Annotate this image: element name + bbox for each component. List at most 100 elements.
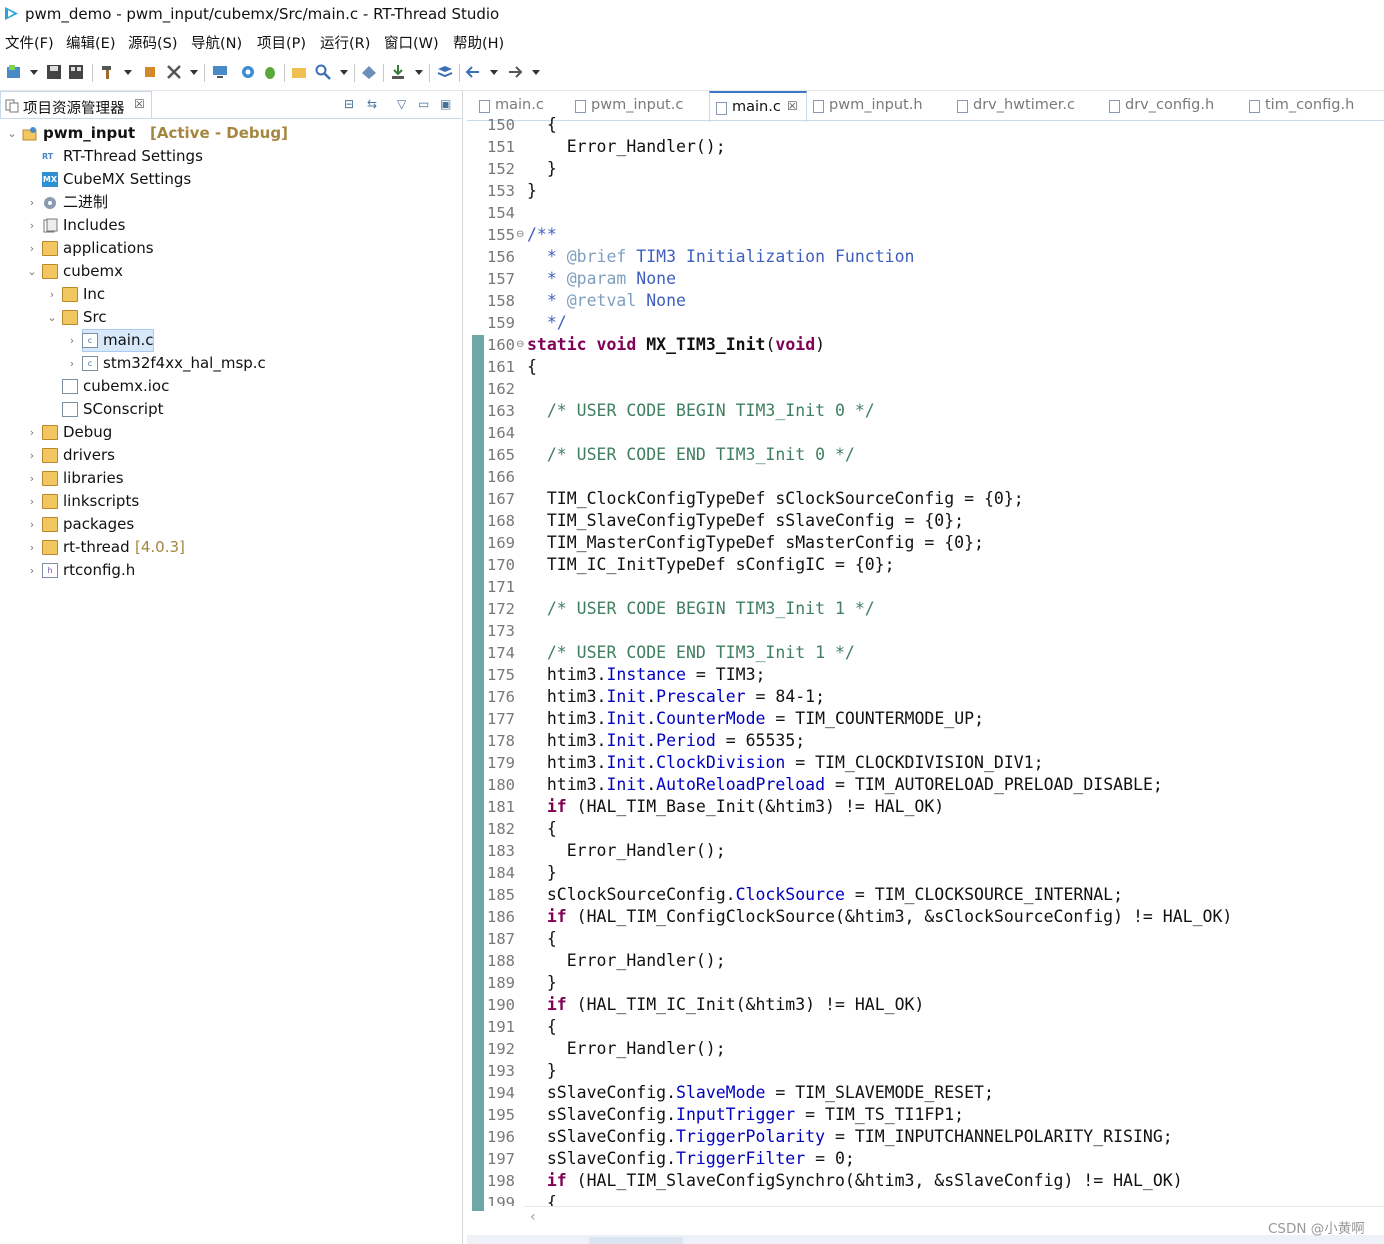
forward-dropdown-icon[interactable] xyxy=(532,70,540,75)
build-dropdown-icon[interactable] xyxy=(124,70,132,75)
chevron-right-icon[interactable]: › xyxy=(26,559,38,582)
tree-item-binaries[interactable]: › 二进制 xyxy=(26,191,226,214)
tab-tim-config-h[interactable]: tim_config.h xyxy=(1249,91,1375,120)
tab-drv-hwtimer-c[interactable]: drv_hwtimer.c xyxy=(957,91,1097,120)
tree-item-cubemx-ioc[interactable]: cubemx.ioc xyxy=(46,375,246,398)
link-with-editor-icon[interactable]: ⇆ xyxy=(367,97,377,111)
chevron-down-icon[interactable]: ⌄ xyxy=(6,122,18,145)
menu-help[interactable]: 帮助(H) xyxy=(453,32,504,53)
tree-item-applications[interactable]: › applications xyxy=(26,237,226,260)
scroll-left-icon[interactable]: ‹ xyxy=(530,1209,536,1225)
back-arrow-icon[interactable] xyxy=(465,64,481,80)
tree-item-libraries[interactable]: › libraries xyxy=(26,467,226,490)
save-icon[interactable] xyxy=(46,64,62,80)
chevron-right-icon[interactable]: › xyxy=(26,237,38,260)
tree-item-rt-thread-settings[interactable]: RT RT-Thread Settings xyxy=(26,145,226,168)
tree-item-inc[interactable]: › Inc xyxy=(46,283,246,306)
download-dropdown-icon[interactable] xyxy=(415,70,423,75)
close-icon[interactable]: ☒ xyxy=(134,97,145,111)
forward-arrow-icon[interactable] xyxy=(507,64,523,80)
search-dropdown-icon[interactable] xyxy=(340,70,348,75)
new-icon[interactable] xyxy=(6,64,22,80)
back-dropdown-icon[interactable] xyxy=(490,70,498,75)
line-number: 180 xyxy=(487,776,515,794)
line-number: 163 xyxy=(487,402,515,420)
maximize-icon[interactable]: ▣ xyxy=(440,97,451,111)
tree-item-main-c[interactable]: › c main.c xyxy=(66,329,266,352)
tools-icon[interactable] xyxy=(166,64,182,80)
tab-main-c-active[interactable]: main.c ☒ xyxy=(709,91,807,122)
chevron-right-icon[interactable]: › xyxy=(26,490,38,513)
save-all-icon[interactable] xyxy=(68,64,84,80)
menu-file[interactable]: 文件(F) xyxy=(5,32,54,53)
tools-dropdown-icon[interactable] xyxy=(190,70,198,75)
keyword: void xyxy=(775,335,816,354)
tab-drv-config-h[interactable]: drv_config.h xyxy=(1109,91,1235,120)
tree-item-packages[interactable]: › packages xyxy=(26,513,226,536)
chevron-right-icon[interactable]: › xyxy=(26,444,38,467)
view-menu-icon[interactable]: ▽ xyxy=(397,97,406,111)
fold-collapse-icon[interactable]: ⊖ xyxy=(516,334,524,356)
chevron-right-icon[interactable]: › xyxy=(26,421,38,444)
h-file-icon xyxy=(1109,100,1120,113)
download-icon[interactable] xyxy=(390,64,406,80)
menu-project[interactable]: 项目(P) xyxy=(257,32,306,53)
close-icon[interactable]: ☒ xyxy=(787,99,798,113)
tree-item-linkscripts[interactable]: › linkscripts xyxy=(26,490,226,513)
line-number: 174 xyxy=(487,644,515,662)
tree-item-hal-msp[interactable]: › c stm32f4xx_hal_msp.c xyxy=(66,352,326,375)
tree-item-cubemx[interactable]: ⌄ cubemx xyxy=(26,260,226,283)
tab-label: drv_config.h xyxy=(1125,97,1215,113)
new-dropdown-icon[interactable] xyxy=(30,70,38,75)
menu-window[interactable]: 窗口(W) xyxy=(384,32,439,53)
search-icon[interactable] xyxy=(315,64,331,80)
line-number: 161 xyxy=(487,358,515,376)
horizontal-scrollbar[interactable]: ‹ xyxy=(524,1206,1384,1229)
chevron-right-icon[interactable]: › xyxy=(26,214,38,237)
tree-item-rt-thread[interactable]: › rt-thread [4.0.3] xyxy=(26,536,226,559)
code-text: = TIM_INPUTCHANNELPOLARITY_RISING; xyxy=(825,1127,1173,1146)
menu-edit[interactable]: 编辑(E) xyxy=(66,32,115,53)
tree-item-rtconfig-h[interactable]: › h rtconfig.h xyxy=(26,559,226,582)
tree-item-src[interactable]: ⌄ Src xyxy=(46,306,246,329)
menu-source[interactable]: 源码(S) xyxy=(128,32,178,53)
tab-pwm-input-c[interactable]: pwm_input.c xyxy=(575,91,699,120)
settings-gear-icon[interactable] xyxy=(240,64,256,80)
erase-icon[interactable] xyxy=(361,64,377,80)
menu-run[interactable]: 运行(R) xyxy=(320,32,370,53)
tree-item-sconscript[interactable]: SConscript xyxy=(46,398,246,421)
tab-pwm-input-h[interactable]: pwm_input.h xyxy=(813,91,943,120)
chevron-right-icon[interactable]: › xyxy=(26,191,38,214)
chevron-down-icon[interactable]: ⌄ xyxy=(46,306,58,329)
fold-collapse-icon[interactable]: ⊖ xyxy=(516,224,524,246)
sdk-layers-icon[interactable] xyxy=(437,64,453,80)
c-file-icon xyxy=(957,100,968,113)
monitor-icon[interactable] xyxy=(212,64,228,80)
build-hammer-icon[interactable] xyxy=(100,64,116,80)
rebuild-icon[interactable] xyxy=(142,64,158,80)
bottom-panel-tab[interactable] xyxy=(589,1237,683,1244)
tab-label: main.c xyxy=(495,97,544,113)
tree-item-cubemx-settings[interactable]: MX CubeMX Settings xyxy=(26,168,226,191)
chevron-right-icon[interactable]: › xyxy=(26,536,38,559)
code-line-198: if (HAL_TIM_SlaveConfigSynchro(&htim3, &… xyxy=(527,1170,1183,1192)
minimize-icon[interactable]: ▭ xyxy=(418,97,429,111)
tree-item-includes[interactable]: › Includes xyxy=(26,214,226,237)
open-folder-icon[interactable] xyxy=(291,64,307,80)
chevron-down-icon[interactable]: ⌄ xyxy=(26,260,38,283)
tree-item-drivers[interactable]: › drivers xyxy=(26,444,226,467)
chevron-right-icon[interactable]: › xyxy=(46,283,58,306)
chevron-right-icon[interactable]: › xyxy=(66,352,78,375)
chevron-right-icon[interactable]: › xyxy=(66,329,78,352)
menu-navigate[interactable]: 导航(N) xyxy=(191,32,242,53)
tree-item-project[interactable]: ⌄ pwm_input [Active - Debug] xyxy=(6,122,306,145)
code-editor[interactable]: main.c pwm_input.c main.c ☒ pwm_input.h d… xyxy=(467,91,1384,1244)
chevron-right-icon[interactable]: › xyxy=(26,513,38,536)
collapse-all-icon[interactable]: ⊟ xyxy=(344,97,354,111)
chevron-right-icon[interactable]: › xyxy=(26,467,38,490)
project-explorer-tab[interactable]: 项目资源管理器 ☒ xyxy=(0,91,152,119)
code-line-199: { xyxy=(527,1193,557,1206)
debug-bug-icon[interactable] xyxy=(262,64,278,80)
tree-item-debug[interactable]: › Debug xyxy=(26,421,226,444)
tree-label: drivers xyxy=(63,446,115,464)
